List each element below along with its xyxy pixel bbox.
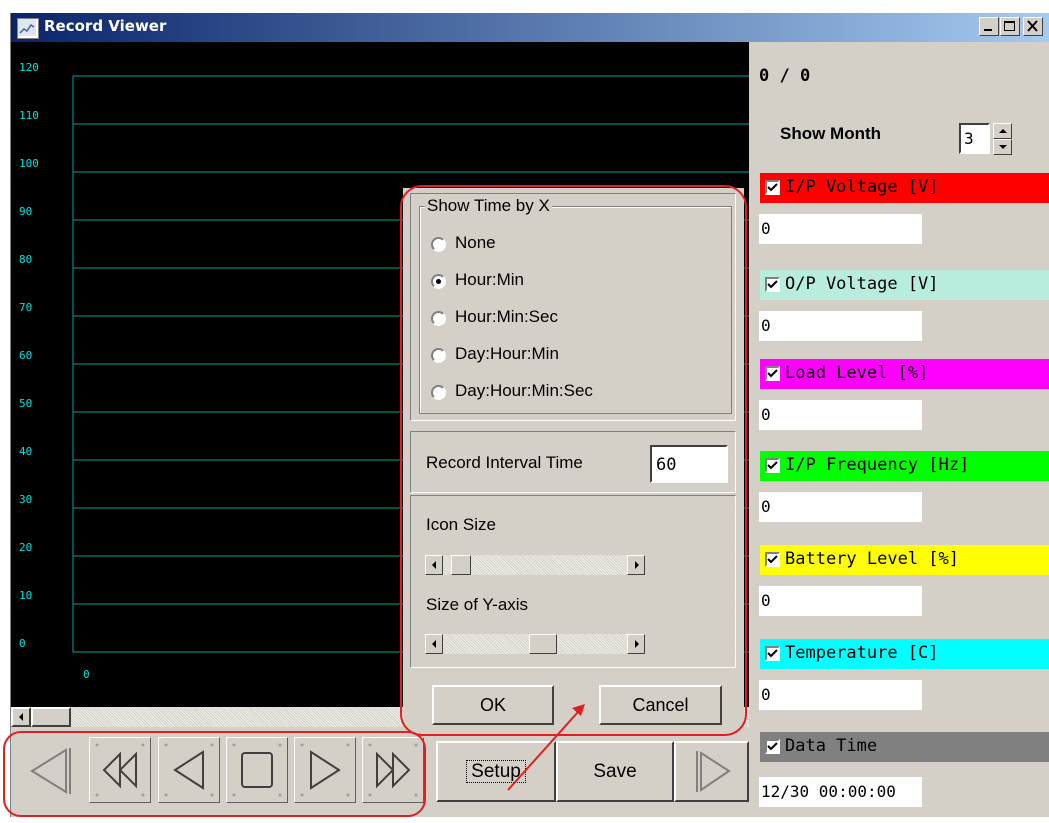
series-checkbox[interactable] [765,646,780,661]
y-tick-label: 20 [19,541,33,554]
scroll-left-button[interactable] [11,707,31,727]
series-label: I/P Frequency [Hz] [785,455,970,475]
setup-label: Setup [466,760,526,783]
chart-app-icon [17,18,39,39]
series-checkbox[interactable] [765,180,780,195]
x-tick-label: 0 [83,668,90,681]
scroll-thumb[interactable] [31,707,71,727]
checkmark-icon [767,742,778,751]
series-checkbox[interactable] [765,277,780,292]
toolbar-highlight [3,731,426,817]
next-page-icon [695,751,731,792]
series-value-field[interactable]: 0 [759,680,922,710]
y-tick-label: 50 [19,397,33,410]
minimize-button[interactable] [979,17,999,36]
series-checkbox[interactable] [765,552,780,567]
series-checkbox[interactable] [765,739,780,754]
series-label: Data Time [785,736,878,756]
series-value-field[interactable]: 12/30 00:00:00 [759,777,922,807]
series-label: Temperature [C] [785,643,939,663]
y-tick-label: 70 [19,301,33,314]
y-tick-label: 80 [19,253,33,266]
y-tick-label: 40 [19,445,33,458]
show-month-label: Show Month [780,124,882,143]
checkmark-icon [767,183,778,192]
checkmark-icon [767,280,778,289]
save-button[interactable]: Save [556,741,674,802]
checkmark-icon [767,649,778,658]
series-row[interactable]: Data Time [760,732,1049,762]
y-tick-label: 0 [19,637,26,650]
checkmark-icon [767,555,778,564]
series-value-field[interactable]: 0 [759,214,922,244]
record-counter: 0 / 0 [759,66,811,86]
spin-down-button[interactable] [993,139,1012,155]
series-row[interactable]: Load Level [%] [760,359,1049,389]
series-row[interactable]: O/P Voltage [V] [760,270,1049,300]
series-panel: 0 / 0 Show Month 3 I/P Voltage [V] 0 O/P V… [749,42,1049,817]
series-row[interactable]: I/P Voltage [V] [760,173,1049,203]
y-tick-label: 110 [19,109,39,122]
y-tick-label: 90 [19,205,33,218]
y-tick-label: 100 [19,157,39,170]
series-checkbox[interactable] [765,366,780,381]
series-label: Load Level [%] [785,363,929,383]
series-label: I/P Voltage [V] [785,177,939,197]
y-tick-label: 120 [19,61,39,74]
y-tick-label: 60 [19,349,33,362]
setup-button[interactable]: Setup [436,741,556,802]
minimize-icon [984,29,992,31]
series-value-field[interactable]: 0 [759,400,922,430]
series-row[interactable]: Battery Level [%] [760,545,1049,575]
window-title: Record Viewer [44,17,167,35]
close-icon [1027,20,1038,32]
series-value-field[interactable]: 0 [759,311,922,341]
checkmark-icon [767,461,778,470]
y-tick-label: 30 [19,493,33,506]
spin-up-button[interactable] [993,123,1012,139]
series-label: O/P Voltage [V] [785,274,939,294]
series-value-field[interactable]: 0 [759,586,922,616]
dialog-highlight [400,185,747,736]
arrow-left-icon [19,713,23,721]
series-label: Battery Level [%] [785,549,959,569]
arrow-up-icon [999,129,1007,133]
close-button[interactable] [1023,17,1043,36]
series-row[interactable]: Temperature [C] [760,639,1049,669]
show-month-input[interactable]: 3 [959,123,990,154]
maximize-button[interactable] [1000,17,1020,36]
series-checkbox[interactable] [765,458,780,473]
y-tick-label: 10 [19,589,33,602]
title-bar[interactable]: Record Viewer [11,13,1049,42]
arrow-down-icon [999,145,1007,149]
next-page-button[interactable] [674,741,749,802]
series-row[interactable]: I/P Frequency [Hz] [760,451,1049,481]
series-value-field[interactable]: 0 [759,492,922,522]
maximize-icon [1004,21,1015,31]
show-month-spinner[interactable] [993,123,1012,155]
checkmark-icon [767,369,778,378]
